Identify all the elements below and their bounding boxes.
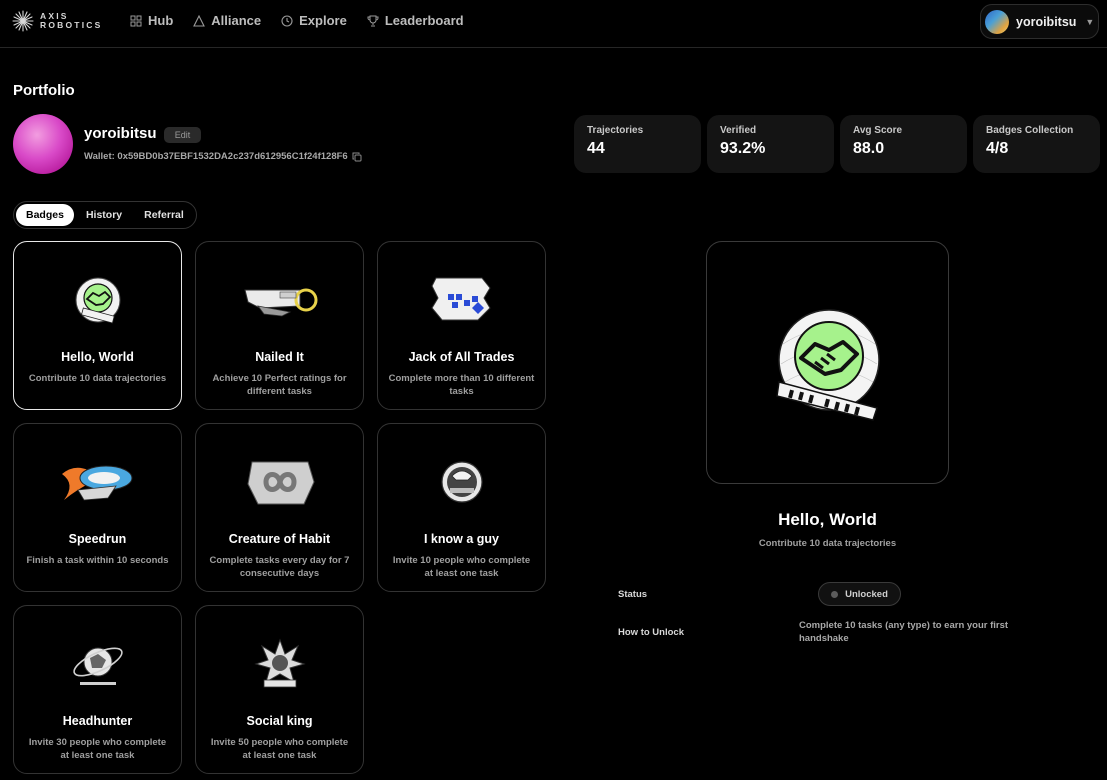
badge-title: Jack of All Trades xyxy=(408,350,515,364)
tab-badges[interactable]: Badges xyxy=(16,204,74,226)
top-bar: AXIS ROBOTICS Hub Alliance Explore Leade… xyxy=(0,0,1107,48)
caret-down-icon: ▼ xyxy=(1085,16,1095,27)
tab-history[interactable]: History xyxy=(76,204,132,226)
orbit-icon xyxy=(72,647,123,685)
badge-desc: Invite 50 people who complete at least o… xyxy=(210,737,349,761)
badge-desc: Finish a task within 10 seconds xyxy=(26,555,169,566)
handshake-icon xyxy=(776,309,880,421)
badge-card-hello-world[interactable]: Hello, World Contribute 10 data trajecto… xyxy=(13,241,182,410)
status-badge: Unlocked xyxy=(818,582,901,606)
badge-title: Nailed It xyxy=(255,350,304,364)
hat-icon xyxy=(440,461,483,503)
user-avatar xyxy=(985,9,1009,34)
user-menu[interactable]: yoroibitsu ▼ xyxy=(980,4,1099,39)
badge-title: Hello, World xyxy=(61,350,134,364)
stat-avg-score: Avg Score 88.0 xyxy=(840,115,967,173)
badge-title: Creature of Habit xyxy=(228,532,331,546)
flame-icon xyxy=(61,465,132,501)
portfolio-tabs: Badges History Referral xyxy=(13,201,197,229)
brand-wordmark: AXIS ROBOTICS xyxy=(40,12,102,30)
nav-alliance[interactable]: Alliance xyxy=(193,13,261,28)
badge-card-creature-of-habit[interactable]: Creature of Habit Complete tasks every d… xyxy=(195,423,364,592)
nav-hub-label: Hub xyxy=(148,13,174,28)
stat-label: Badges Collection xyxy=(986,125,1074,136)
status-value: Unlocked xyxy=(845,588,888,600)
badge-detail-title: Hello, World xyxy=(778,510,877,529)
edit-profile-button[interactable]: Edit xyxy=(164,127,201,143)
nav-explore[interactable]: Explore xyxy=(281,13,347,28)
badge-title: Social king xyxy=(246,714,313,728)
badge-card-nailed-it[interactable]: Nailed It Achieve 10 Perfect ratings for… xyxy=(195,241,364,410)
nav-leaderboard[interactable]: Leaderboard xyxy=(367,13,464,28)
stat-verified: Verified 93.2% xyxy=(707,115,834,173)
stat-value: 4/8 xyxy=(986,140,1009,157)
nav-hub[interactable]: Hub xyxy=(130,13,173,28)
crown-icon xyxy=(253,638,306,688)
page-title: Portfolio xyxy=(13,82,75,99)
stat-trajectories: Trajectories 44 xyxy=(574,115,701,173)
tab-referral[interactable]: Referral xyxy=(134,204,194,226)
nav-alliance-label: Alliance xyxy=(211,13,262,28)
nav-leaderboard-label: Leaderboard xyxy=(384,13,464,28)
badge-title: Headhunter xyxy=(62,714,133,728)
nav-explore-label: Explore xyxy=(299,13,347,28)
badge-desc: Achieve 10 Perfect ratings for different… xyxy=(212,373,347,397)
wallet-address: Wallet: 0x59BD0b37EBF1532DA2c237d612956C… xyxy=(84,151,362,162)
brand-logo[interactable]: AXIS ROBOTICS xyxy=(12,10,102,32)
stat-label: Avg Score xyxy=(853,125,903,136)
gear-icon xyxy=(430,277,491,321)
how-to-unlock-label: How to Unlock xyxy=(618,627,684,638)
badge-card-social-king[interactable]: Social king Invite 50 people who complet… xyxy=(195,605,364,774)
triangle-icon xyxy=(193,14,206,27)
wallet-text: Wallet: 0x59BD0b37EBF1532DA2c237d612956C… xyxy=(84,151,348,162)
profile-name: yoroibitsu xyxy=(84,125,157,142)
status-dot-icon xyxy=(831,590,839,598)
how-to-unlock-text: Complete 10 tasks (any type) to earn you… xyxy=(799,620,1009,644)
badge-detail-desc: Contribute 10 data trajectories xyxy=(758,538,897,549)
starburst-icon xyxy=(12,10,34,32)
user-menu-name: yoroibitsu xyxy=(1016,14,1077,29)
stat-value: 88.0 xyxy=(853,140,885,157)
infinity-icon xyxy=(246,461,315,505)
stat-label: Verified xyxy=(720,125,757,136)
badge-title: Speedrun xyxy=(68,532,127,546)
stat-value: 44 xyxy=(587,140,605,157)
clock-icon xyxy=(281,14,293,27)
key-icon xyxy=(243,288,317,317)
grid-icon xyxy=(130,15,142,26)
badge-desc: Contribute 10 data trajectories xyxy=(28,373,167,384)
badge-title: I know a guy xyxy=(423,532,499,546)
badge-desc: Invite 30 people who complete at least o… xyxy=(28,737,167,761)
badge-card-speedrun[interactable]: Speedrun Finish a task within 10 seconds xyxy=(13,423,182,592)
badge-desc: Complete tasks every day for 7 consecuti… xyxy=(209,555,350,579)
badge-card-headhunter[interactable]: Headhunter Invite 30 people who complete… xyxy=(13,605,182,774)
main-nav: Hub Alliance Explore Leaderboard xyxy=(130,13,464,28)
badge-desc: Complete more than 10 different tasks xyxy=(388,373,535,397)
profile-avatar xyxy=(13,114,73,174)
handshake-icon xyxy=(75,277,120,324)
badge-card-i-know-a-guy[interactable]: I know a guy Invite 10 people who comple… xyxy=(377,423,546,592)
badge-desc: Invite 10 people who complete at least o… xyxy=(392,555,531,579)
trophy-icon xyxy=(367,15,379,26)
status-label: Status xyxy=(618,589,648,600)
brand-line-2: ROBOTICS xyxy=(40,20,103,30)
badge-card-jack-of-all-trades[interactable]: Jack of All Trades Complete more than 10… xyxy=(377,241,546,410)
badge-detail-preview xyxy=(706,241,949,484)
stat-value: 93.2% xyxy=(720,140,766,157)
stat-label: Trajectories xyxy=(587,125,644,136)
copy-icon[interactable] xyxy=(352,152,362,162)
stat-badges-collection: Badges Collection 4/8 xyxy=(973,115,1100,173)
